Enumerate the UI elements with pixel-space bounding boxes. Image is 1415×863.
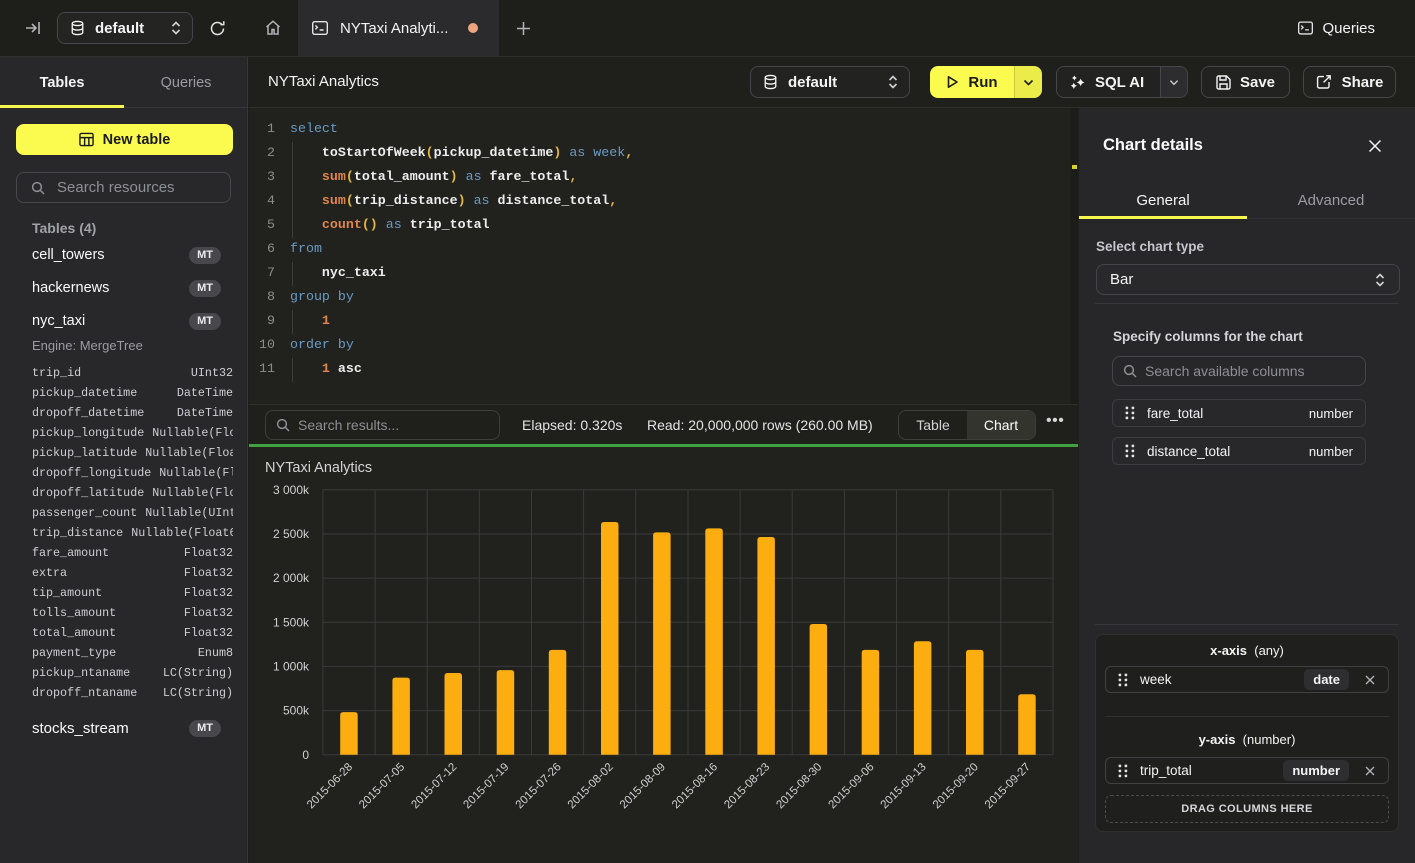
svg-text:2 500k: 2 500k bbox=[273, 527, 310, 541]
svg-text:2015-09-20: 2015-09-20 bbox=[931, 761, 981, 811]
svg-text:2015-07-19: 2015-07-19 bbox=[461, 761, 511, 811]
svg-text:2015-08-09: 2015-08-09 bbox=[618, 761, 668, 811]
svg-text:2015-09-13: 2015-09-13 bbox=[879, 761, 929, 811]
svg-text:2015-08-02: 2015-08-02 bbox=[566, 761, 616, 811]
svg-text:2015-07-05: 2015-07-05 bbox=[357, 761, 407, 811]
svg-text:2015-09-27: 2015-09-27 bbox=[983, 761, 1033, 811]
svg-text:2015-07-12: 2015-07-12 bbox=[409, 761, 459, 811]
svg-text:0: 0 bbox=[302, 748, 309, 762]
svg-text:500k: 500k bbox=[283, 704, 310, 718]
svg-text:2015-07-26: 2015-07-26 bbox=[514, 761, 564, 811]
svg-text:2015-06-28: 2015-06-28 bbox=[305, 761, 355, 811]
svg-text:1 500k: 1 500k bbox=[273, 615, 310, 629]
svg-text:3 000k: 3 000k bbox=[273, 483, 310, 497]
svg-text:2015-08-23: 2015-08-23 bbox=[722, 761, 772, 811]
svg-text:2015-08-30: 2015-08-30 bbox=[774, 761, 824, 811]
svg-text:2015-08-16: 2015-08-16 bbox=[670, 761, 720, 811]
svg-text:2015-09-06: 2015-09-06 bbox=[827, 761, 877, 811]
svg-text:1 000k: 1 000k bbox=[273, 659, 310, 673]
svg-text:2 000k: 2 000k bbox=[273, 571, 310, 585]
